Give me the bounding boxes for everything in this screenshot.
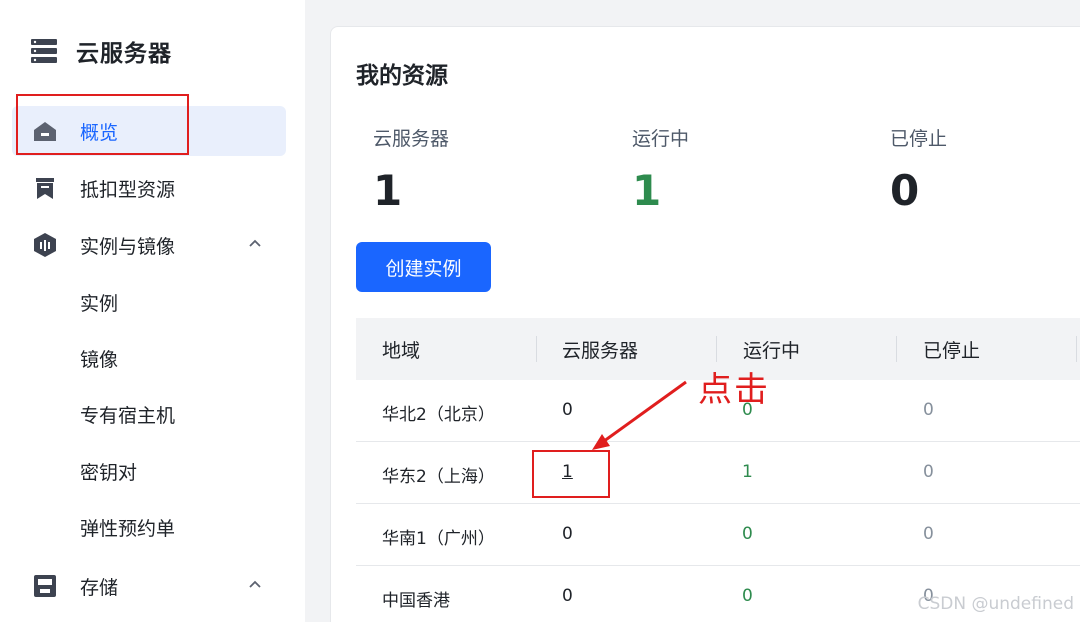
column-header-servers: 云服务器 bbox=[562, 340, 639, 362]
annotation-highlight-box bbox=[16, 94, 189, 155]
cell-region: 华东2（上海） bbox=[382, 467, 495, 487]
sidebar-subitem-reservations[interactable]: 弹性预约单 bbox=[80, 507, 175, 547]
annotation-label: 点击 bbox=[698, 370, 770, 410]
stat-label-servers: 云服务器 bbox=[373, 128, 450, 150]
storage-icon bbox=[34, 575, 56, 597]
stat-value-running: 1 bbox=[632, 166, 662, 215]
sidebar-brand: 云服务器 bbox=[30, 34, 172, 68]
annotation-arrow-icon bbox=[592, 380, 687, 450]
sidebar-item-storage[interactable]: 存储 bbox=[12, 561, 286, 611]
sidebar-subitem-dedicated-hosts[interactable]: 专有宿主机 bbox=[80, 394, 175, 434]
chevron-up-icon bbox=[249, 239, 261, 247]
instance-icon bbox=[34, 233, 56, 257]
cell-stopped: 0 bbox=[923, 400, 934, 420]
sidebar-item-label: 存储 bbox=[80, 576, 119, 599]
column-divider bbox=[1076, 336, 1077, 362]
cell-running: 0 bbox=[742, 524, 753, 544]
column-divider bbox=[536, 336, 537, 362]
sidebar-subitem-images[interactable]: 镜像 bbox=[80, 338, 118, 378]
cell-servers: 0 bbox=[562, 524, 573, 544]
cell-servers: 0 bbox=[562, 586, 573, 606]
sidebar-item-instances-images[interactable]: 实例与镜像 bbox=[12, 220, 286, 270]
sidebar-subitem-instances[interactable]: 实例 bbox=[80, 282, 118, 322]
server-icon bbox=[31, 39, 57, 63]
sidebar-item-label: 抵扣型资源 bbox=[80, 178, 176, 201]
cell-stopped: 0 bbox=[923, 462, 934, 482]
cell-servers: 0 bbox=[562, 400, 573, 420]
column-divider bbox=[896, 336, 897, 362]
cell-running: 0 bbox=[742, 586, 753, 606]
column-header-running: 运行中 bbox=[743, 340, 801, 362]
cell-region: 华南1（广州） bbox=[382, 529, 495, 549]
chevron-up-icon bbox=[249, 580, 261, 588]
page-title: 我的资源 bbox=[356, 63, 448, 89]
bookmark-icon bbox=[36, 178, 54, 199]
stat-label-running: 运行中 bbox=[632, 128, 690, 150]
stat-value-stopped: 0 bbox=[890, 166, 920, 215]
stat-label-stopped: 已停止 bbox=[890, 128, 948, 150]
stat-value-servers: 1 bbox=[373, 166, 403, 215]
cell-running: 1 bbox=[742, 462, 753, 482]
create-instance-button[interactable]: 创建实例 bbox=[356, 242, 491, 292]
sidebar-subitem-key-pairs[interactable]: 密钥对 bbox=[80, 451, 137, 491]
sidebar-title: 云服务器 bbox=[76, 41, 172, 67]
cell-region: 中国香港 bbox=[382, 591, 450, 611]
sidebar-item-reserved-resources[interactable]: 抵扣型资源 bbox=[12, 163, 286, 213]
column-header-stopped: 已停止 bbox=[923, 340, 981, 362]
cell-region: 华北2（北京） bbox=[382, 405, 495, 425]
watermark: CSDN @undefined bbox=[917, 594, 1074, 614]
column-header-region: 地域 bbox=[382, 340, 421, 362]
sidebar-item-label: 实例与镜像 bbox=[80, 235, 176, 258]
cell-stopped: 0 bbox=[923, 524, 934, 544]
column-divider bbox=[716, 336, 717, 362]
